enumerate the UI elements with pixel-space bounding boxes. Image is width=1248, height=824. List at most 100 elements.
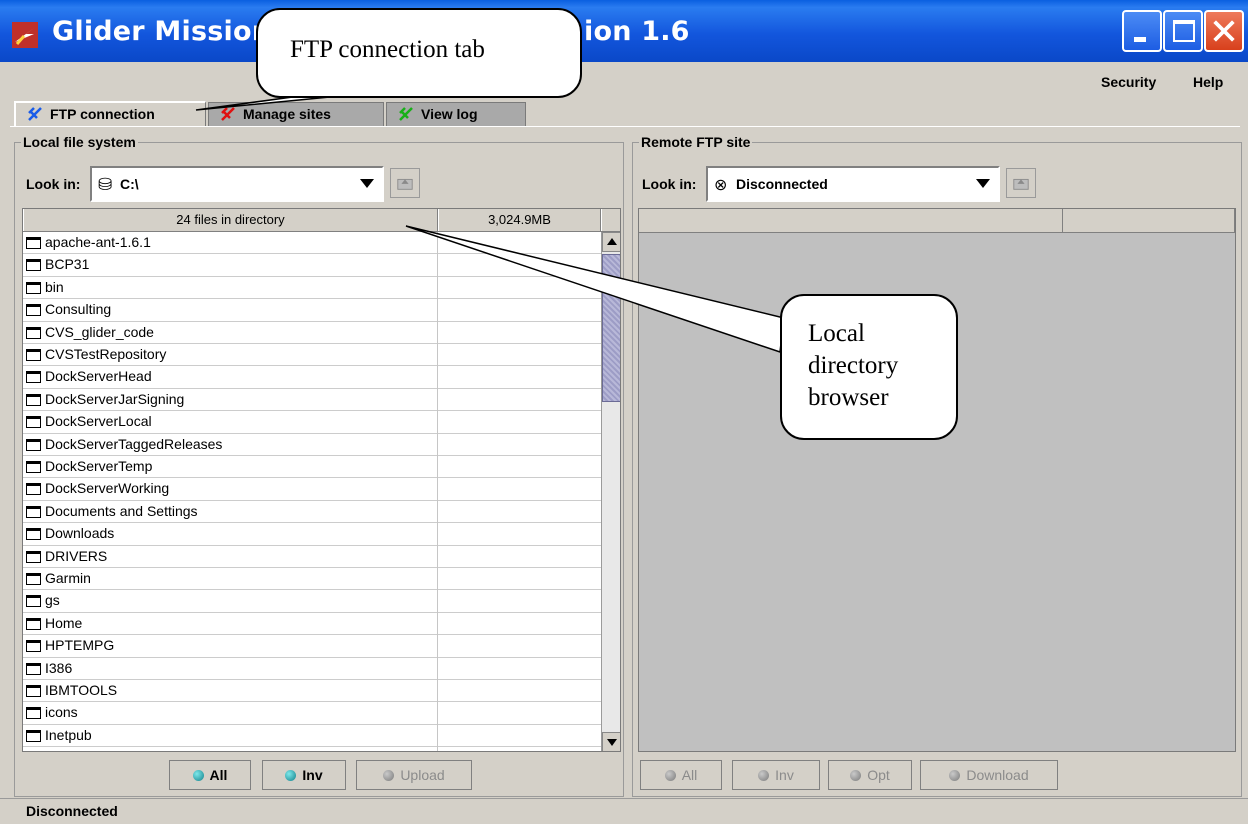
folder-icon — [26, 707, 41, 720]
table-row[interactable]: icons — [23, 702, 601, 725]
tab-view-log[interactable]: View log — [386, 102, 526, 126]
up-folder-button[interactable] — [390, 168, 420, 198]
tab-label: FTP connection — [50, 106, 155, 122]
column-header-size[interactable]: 3,024.9MB — [438, 209, 601, 231]
table-row[interactable]: DRIVERS — [23, 546, 601, 568]
remote-look-in-dropdown[interactable]: ⊗ Disconnected — [706, 166, 1000, 202]
table-row[interactable]: DockServerLocal — [23, 411, 601, 434]
table-row[interactable]: DockServerTaggedReleases — [23, 434, 601, 456]
up-folder-icon — [1013, 178, 1029, 190]
column-header-size[interactable] — [1063, 209, 1235, 233]
table-row[interactable]: DockServerTemp — [23, 456, 601, 479]
table-row[interactable]: I386 — [23, 658, 601, 680]
column-divider — [437, 232, 438, 751]
select-all-remote-button[interactable]: All — [640, 760, 722, 790]
button-label: Inv — [302, 767, 323, 783]
file-name: DockServerJarSigning — [45, 390, 185, 407]
folder-icon — [26, 259, 41, 272]
table-row[interactable]: DockServerWorking — [23, 478, 601, 501]
table-row[interactable]: BCP31 — [23, 254, 601, 277]
select-all-local-button[interactable]: All — [169, 760, 251, 790]
folder-icon — [26, 550, 41, 563]
maximize-button[interactable] — [1163, 10, 1203, 52]
invert-selection-remote-button[interactable]: Inv — [732, 760, 820, 790]
maximize-icon — [1173, 20, 1195, 42]
table-row[interactable]: Home — [23, 613, 601, 636]
connection-status: Disconnected — [26, 803, 118, 819]
upload-button[interactable]: Upload — [356, 760, 472, 790]
file-name: Consulting — [45, 301, 112, 318]
table-row[interactable]: Inetpub — [23, 725, 601, 748]
table-row[interactable]: bin — [23, 277, 601, 300]
tab-manage-sites[interactable]: Manage sites — [208, 102, 384, 126]
close-icon — [1213, 20, 1235, 42]
table-header: 24 files in directory 3,024.9MB — [23, 209, 620, 232]
column-header-name[interactable] — [639, 209, 1063, 233]
table-row[interactable]: apache-ant-1.6.1 — [23, 232, 601, 255]
folder-icon — [26, 505, 41, 518]
table-row[interactable]: IBMTOOLS — [23, 680, 601, 703]
file-name: Garmin — [45, 570, 91, 586]
file-name: DRIVERS — [45, 547, 108, 564]
table-row[interactable]: Garmin — [23, 568, 601, 591]
table-row[interactable]: Downloads — [23, 523, 601, 546]
tab-ftp-connection[interactable]: FTP connection — [14, 101, 206, 127]
file-name: DockServerWorking — [45, 480, 170, 497]
status-dot-icon — [949, 770, 961, 781]
minimize-button[interactable] — [1122, 10, 1162, 52]
vertical-scrollbar[interactable] — [601, 232, 620, 751]
button-label: Opt — [867, 767, 890, 783]
file-name: Inetpub — [45, 726, 92, 743]
folder-icon — [26, 281, 41, 294]
tab-divider — [10, 126, 1240, 127]
remote-up-folder-button[interactable] — [1006, 168, 1036, 198]
table-row[interactable]: gs — [23, 590, 601, 613]
table-row[interactable]: CVSTestRepository — [23, 344, 601, 367]
local-browser-callout: Local directory browser — [780, 294, 958, 440]
table-row[interactable]: Documents and Settings — [23, 501, 601, 524]
menu-security[interactable]: Security — [1101, 74, 1156, 90]
menu-bar: Security Help — [0, 62, 1248, 100]
options-button[interactable]: Opt — [828, 760, 912, 790]
table-row[interactable]: CVS_glider_code — [23, 322, 601, 344]
remote-file-table — [638, 208, 1236, 752]
menu-help[interactable]: Help — [1193, 74, 1223, 90]
close-button[interactable] — [1204, 10, 1244, 52]
button-label: All — [209, 767, 228, 783]
file-name: Home — [45, 614, 83, 631]
look-in-value: C:\ — [120, 176, 139, 192]
chevron-down-icon — [360, 179, 374, 188]
download-button[interactable]: Download — [920, 760, 1058, 790]
folder-icon — [26, 595, 41, 608]
scroll-thumb[interactable] — [602, 254, 620, 402]
panel-title: Local file system — [21, 134, 138, 150]
table-row[interactable]: DockServerHead — [23, 366, 601, 389]
local-look-in-dropdown[interactable]: ⛁ C:\ — [90, 166, 384, 202]
app-window: Glider Mission ion 1.6 Security Help FTP… — [0, 0, 1248, 824]
ftp-tab-callout: FTP connection tab — [256, 8, 582, 98]
minimize-icon — [1134, 37, 1146, 42]
file-name: DockServerTaggedReleases — [45, 435, 223, 452]
folder-icon — [26, 304, 41, 317]
button-label: Inv — [775, 767, 794, 783]
folder-icon — [26, 483, 41, 496]
invert-selection-local-button[interactable]: Inv — [262, 760, 346, 790]
table-row[interactable]: DockServerJarSigning — [23, 389, 601, 412]
file-name: CVS_glider_code — [45, 323, 154, 340]
table-row[interactable]: Consulting — [23, 299, 601, 322]
scroll-up-button[interactable] — [602, 232, 620, 252]
title-bar[interactable]: Glider Mission ion 1.6 — [0, 0, 1248, 62]
folder-icon — [26, 438, 41, 451]
arrow-up-icon — [607, 238, 617, 245]
scroll-down-button[interactable] — [602, 732, 620, 751]
folder-icon — [26, 416, 41, 429]
file-name: DockServerHead — [45, 368, 152, 385]
callout-text: Local — [808, 320, 865, 347]
window-title-version: ion 1.6 — [584, 16, 690, 47]
column-header-name[interactable]: 24 files in directory — [23, 209, 438, 231]
table-row[interactable]: HPTEMPG — [23, 635, 601, 658]
file-name: DockServerTemp — [45, 458, 153, 474]
file-name: CVSTestRepository — [45, 346, 167, 362]
status-bar: Disconnected — [0, 798, 1248, 824]
tab-label: Manage sites — [243, 106, 331, 122]
